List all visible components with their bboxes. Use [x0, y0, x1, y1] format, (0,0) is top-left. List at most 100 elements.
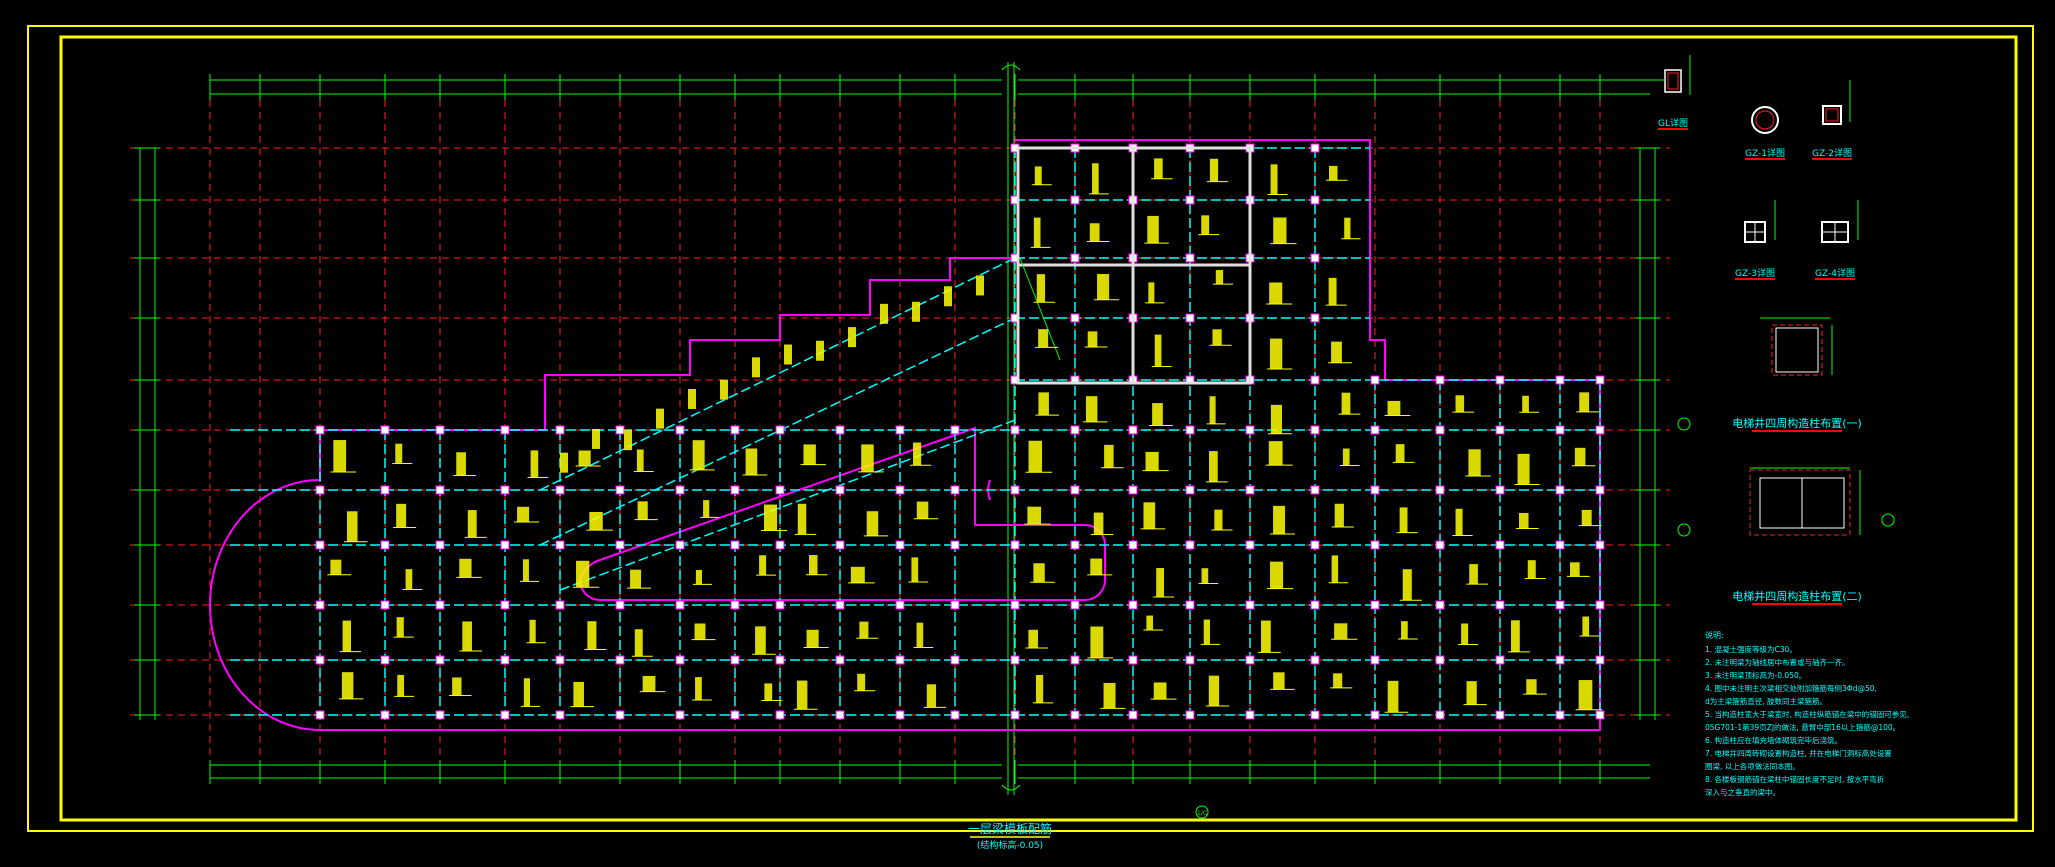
beam-annotation: [797, 503, 807, 535]
column: [615, 485, 625, 495]
column: [1010, 600, 1020, 610]
beam-annotation: [695, 569, 703, 585]
beam-annotation: [1090, 558, 1103, 575]
column: [1010, 655, 1020, 665]
beam-annotation: [330, 559, 342, 575]
general-notes: 说明: 1. 混凝土强度等级为C30。 2. 未注明梁为轴线居中布置或与轴齐一齐…: [1705, 630, 1909, 797]
beam-annotation: [816, 340, 824, 361]
beam-annotation: [1522, 395, 1529, 413]
column: [1070, 600, 1080, 610]
column: [1495, 375, 1505, 385]
column: [555, 540, 565, 550]
column: [555, 600, 565, 610]
beam-annotation: [529, 619, 536, 643]
beam-annotation: [796, 680, 808, 710]
beam-annotation: [462, 621, 472, 652]
column: [775, 655, 785, 665]
column: [775, 600, 785, 610]
column: [1555, 540, 1565, 550]
column: [435, 710, 445, 720]
beam-annotation: [1028, 629, 1038, 648]
beam-annotation: [1087, 331, 1098, 347]
beam-annotations: [327, 158, 1603, 713]
column: [1555, 425, 1565, 435]
beam-annotation: [1092, 163, 1099, 194]
gz3-detail-title: GZ-3详图: [1735, 267, 1775, 279]
beam-annotation: [397, 674, 405, 697]
column: [1245, 425, 1255, 435]
elevator-detail-title-1: 电梯井四周构造柱布置(一): [1732, 416, 1862, 430]
column: [1070, 710, 1080, 720]
column: [1495, 540, 1505, 550]
beam-annotation: [1209, 396, 1216, 424]
beam-annotation: [859, 621, 869, 639]
beam-annotation: [926, 684, 937, 708]
beam-annotation: [578, 450, 591, 467]
beam-annotation: [695, 677, 702, 701]
column: [1595, 655, 1605, 665]
beam-annotation: [396, 503, 407, 528]
beam-annotation: [459, 558, 472, 578]
column: [1070, 195, 1080, 205]
note-line: 7. 电梯井四周砖砌设置构造柱, 并在电梯门洞标高处设置: [1705, 748, 1892, 758]
beam-annotation: [1331, 341, 1342, 363]
beam-annotation: [1261, 620, 1271, 653]
beam-annotation: [694, 623, 706, 640]
beam-annotation: [405, 569, 413, 590]
column: [380, 425, 390, 435]
column: [1370, 485, 1380, 495]
column: [1185, 655, 1195, 665]
beam-annotation: [1090, 626, 1104, 658]
gz1-detail-title: GZ-1详图: [1745, 147, 1785, 159]
column: [775, 540, 785, 550]
column: [1310, 313, 1320, 323]
column: [1010, 425, 1020, 435]
beam-annotation: [395, 443, 403, 464]
beam-annotation: [452, 677, 462, 696]
gl-detail-title: GL详图: [1658, 117, 1688, 129]
column: [895, 710, 905, 720]
main-title: 一层梁模板配筋: [968, 821, 1052, 836]
beam-annotation: [530, 450, 539, 478]
beam-annotation: [1212, 329, 1222, 346]
column: [950, 425, 960, 435]
column: [1070, 313, 1080, 323]
column: [775, 485, 785, 495]
column: [1185, 600, 1195, 610]
column: [1245, 600, 1255, 610]
column: [1310, 425, 1320, 435]
beam-annotation: [1209, 451, 1218, 482]
beam-annotation: [1038, 329, 1049, 348]
column: [675, 600, 685, 610]
beam-annotation: [342, 620, 351, 652]
column: [1010, 710, 1020, 720]
beam-annotation: [1215, 270, 1224, 285]
column: [1310, 600, 1320, 610]
column: [1370, 425, 1380, 435]
column: [435, 425, 445, 435]
column: [1310, 143, 1320, 153]
column: [380, 710, 390, 720]
beam-annotation: [1201, 215, 1210, 235]
note-line: 5. 当构造柱宽大于梁宽时, 构造柱纵筋锚在梁中的锚固可参见,: [1705, 709, 1909, 719]
column: [950, 600, 960, 610]
beam-annotation: [1034, 166, 1042, 185]
column: [1435, 710, 1445, 720]
beam-annotation: [1334, 623, 1348, 640]
beam-annotation: [1570, 562, 1580, 577]
column: [435, 600, 445, 610]
note-line: 深入与之垂直的梁中。: [1705, 787, 1780, 797]
beam-annotation: [1333, 673, 1343, 688]
column: [1128, 540, 1138, 550]
column: [1595, 375, 1605, 385]
column: [835, 425, 845, 435]
beam-annotation: [1270, 404, 1282, 434]
column: [1555, 655, 1565, 665]
column: [315, 425, 325, 435]
column: [730, 600, 740, 610]
beam-annotation: [1469, 564, 1478, 585]
beam-annotation: [850, 566, 865, 583]
beam-annotation: [703, 500, 710, 518]
column: [1495, 485, 1505, 495]
beam-annotation: [912, 442, 922, 466]
